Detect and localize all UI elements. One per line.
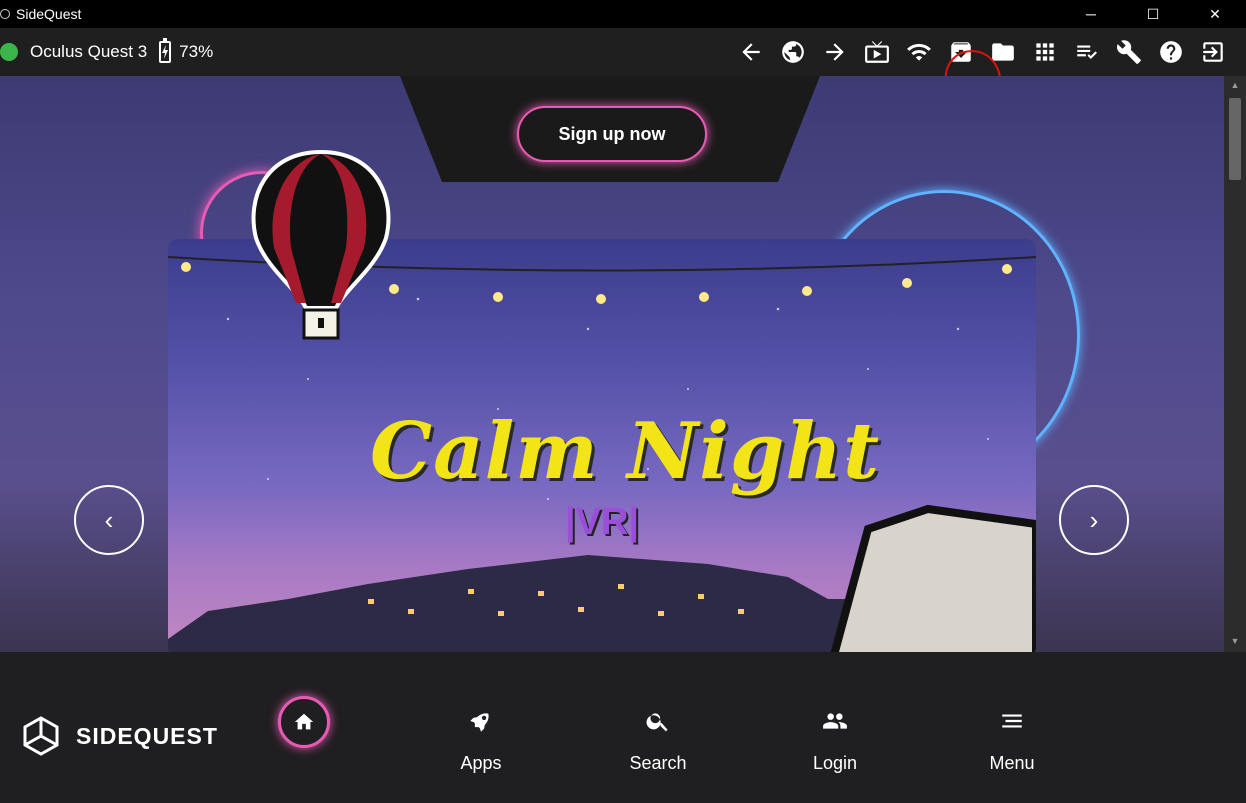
hot-air-balloon-decoration [251, 149, 391, 340]
main-content: Sign up now Calm Night |VR| ‹ › ▲ ▼ [0, 76, 1246, 652]
home-button[interactable] [278, 696, 330, 748]
nav-item-apps[interactable]: Apps [421, 708, 541, 774]
home-icon [294, 713, 314, 730]
nav-label: Menu [989, 753, 1035, 773]
maximize-button[interactable]: ☐ [1122, 0, 1184, 28]
wrench-icon[interactable] [1108, 32, 1150, 72]
nav-label: Login [812, 753, 858, 773]
exit-icon[interactable] [1192, 32, 1234, 72]
back-icon[interactable] [730, 32, 772, 72]
battery-percentage: 73% [179, 42, 214, 61]
grid-icon[interactable] [1024, 32, 1066, 72]
brand[interactable]: SIDEQUEST [20, 715, 218, 757]
toolbar-actions [730, 28, 1234, 76]
wifi-icon[interactable] [898, 32, 940, 72]
window-title: SideQuest [16, 6, 82, 22]
people-icon [823, 713, 847, 729]
minimize-button[interactable]: ─ [1060, 0, 1122, 28]
help-icon[interactable] [1150, 32, 1192, 72]
menu-icon [1002, 714, 1022, 728]
search-icon [646, 713, 668, 732]
scroll-down-icon[interactable]: ▼ [1230, 636, 1240, 646]
scrollbar-thumb[interactable] [1229, 98, 1241, 180]
globe-icon[interactable] [772, 32, 814, 72]
nav-label: Search [629, 753, 687, 773]
connection-status-icon [0, 43, 18, 61]
signup-button[interactable]: Sign up now [517, 106, 707, 162]
scroll-up-icon[interactable]: ▲ [1230, 80, 1240, 90]
title-bar: SideQuest ─ ☐ ✕ [0, 0, 1246, 28]
tv-icon[interactable] [856, 32, 898, 72]
battery-icon [159, 38, 172, 63]
app-icon [0, 9, 10, 19]
archive-download-icon[interactable] [940, 32, 982, 72]
tasks-icon[interactable] [1066, 32, 1108, 72]
forward-icon[interactable] [814, 32, 856, 72]
close-button[interactable]: ✕ [1184, 0, 1246, 28]
brand-name: SIDEQUEST [76, 722, 218, 749]
banner-subtitle: |VR| [565, 501, 640, 543]
carousel-next-button[interactable]: › [1059, 485, 1129, 555]
device-toolbar: Oculus Quest 3 73% [0, 28, 1246, 114]
banner-title: Calm Night [370, 406, 881, 497]
rocket-icon [470, 713, 489, 732]
nav-item-login[interactable]: Login [775, 708, 895, 774]
nav-item-menu[interactable]: Menu [952, 708, 1072, 774]
device-name: Oculus Quest 3 [30, 42, 148, 61]
scrollbar[interactable]: ▲ ▼ [1224, 76, 1246, 652]
folder-icon[interactable] [982, 32, 1024, 72]
carousel-prev-button[interactable]: ‹ [74, 485, 144, 555]
window-controls: ─ ☐ ✕ [1060, 0, 1246, 28]
sidequest-logo-icon [23, 716, 59, 756]
nav-label: Apps [460, 753, 502, 773]
nav-item-search[interactable]: Search [598, 708, 718, 774]
